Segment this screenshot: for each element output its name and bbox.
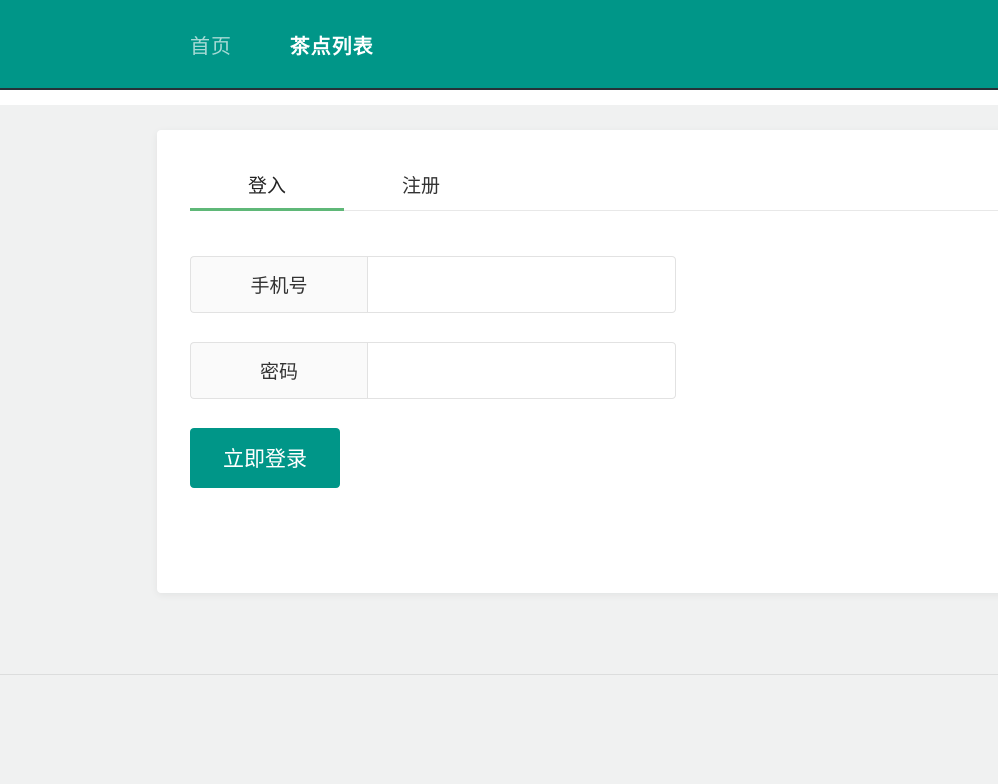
nav-item-home[interactable]: 首页 bbox=[190, 30, 232, 59]
auth-tabs: 登入 注册 bbox=[190, 160, 998, 211]
tab-login[interactable]: 登入 bbox=[190, 160, 344, 211]
login-button[interactable]: 立即登录 bbox=[190, 428, 340, 488]
page-root: 首页 茶点列表 登入 注册 手机号 密码 立即登录 bbox=[0, 0, 998, 784]
phone-field-label: 手机号 bbox=[190, 256, 367, 313]
password-input[interactable] bbox=[367, 342, 676, 399]
login-form: 手机号 密码 立即登录 bbox=[190, 256, 676, 488]
password-field-label: 密码 bbox=[190, 342, 367, 399]
tab-register[interactable]: 注册 bbox=[344, 160, 498, 211]
page-footer bbox=[0, 674, 998, 784]
main-content: 登入 注册 手机号 密码 立即登录 bbox=[0, 105, 998, 674]
navbar-sub-strip bbox=[0, 90, 998, 105]
phone-field-group: 手机号 bbox=[190, 256, 676, 313]
nav-item-tea-list[interactable]: 茶点列表 bbox=[290, 30, 374, 59]
top-navbar: 首页 茶点列表 bbox=[0, 0, 998, 90]
phone-input[interactable] bbox=[367, 256, 676, 313]
main-nav: 首页 茶点列表 bbox=[190, 0, 374, 88]
login-card: 登入 注册 手机号 密码 立即登录 bbox=[157, 130, 998, 593]
password-field-group: 密码 bbox=[190, 342, 676, 399]
